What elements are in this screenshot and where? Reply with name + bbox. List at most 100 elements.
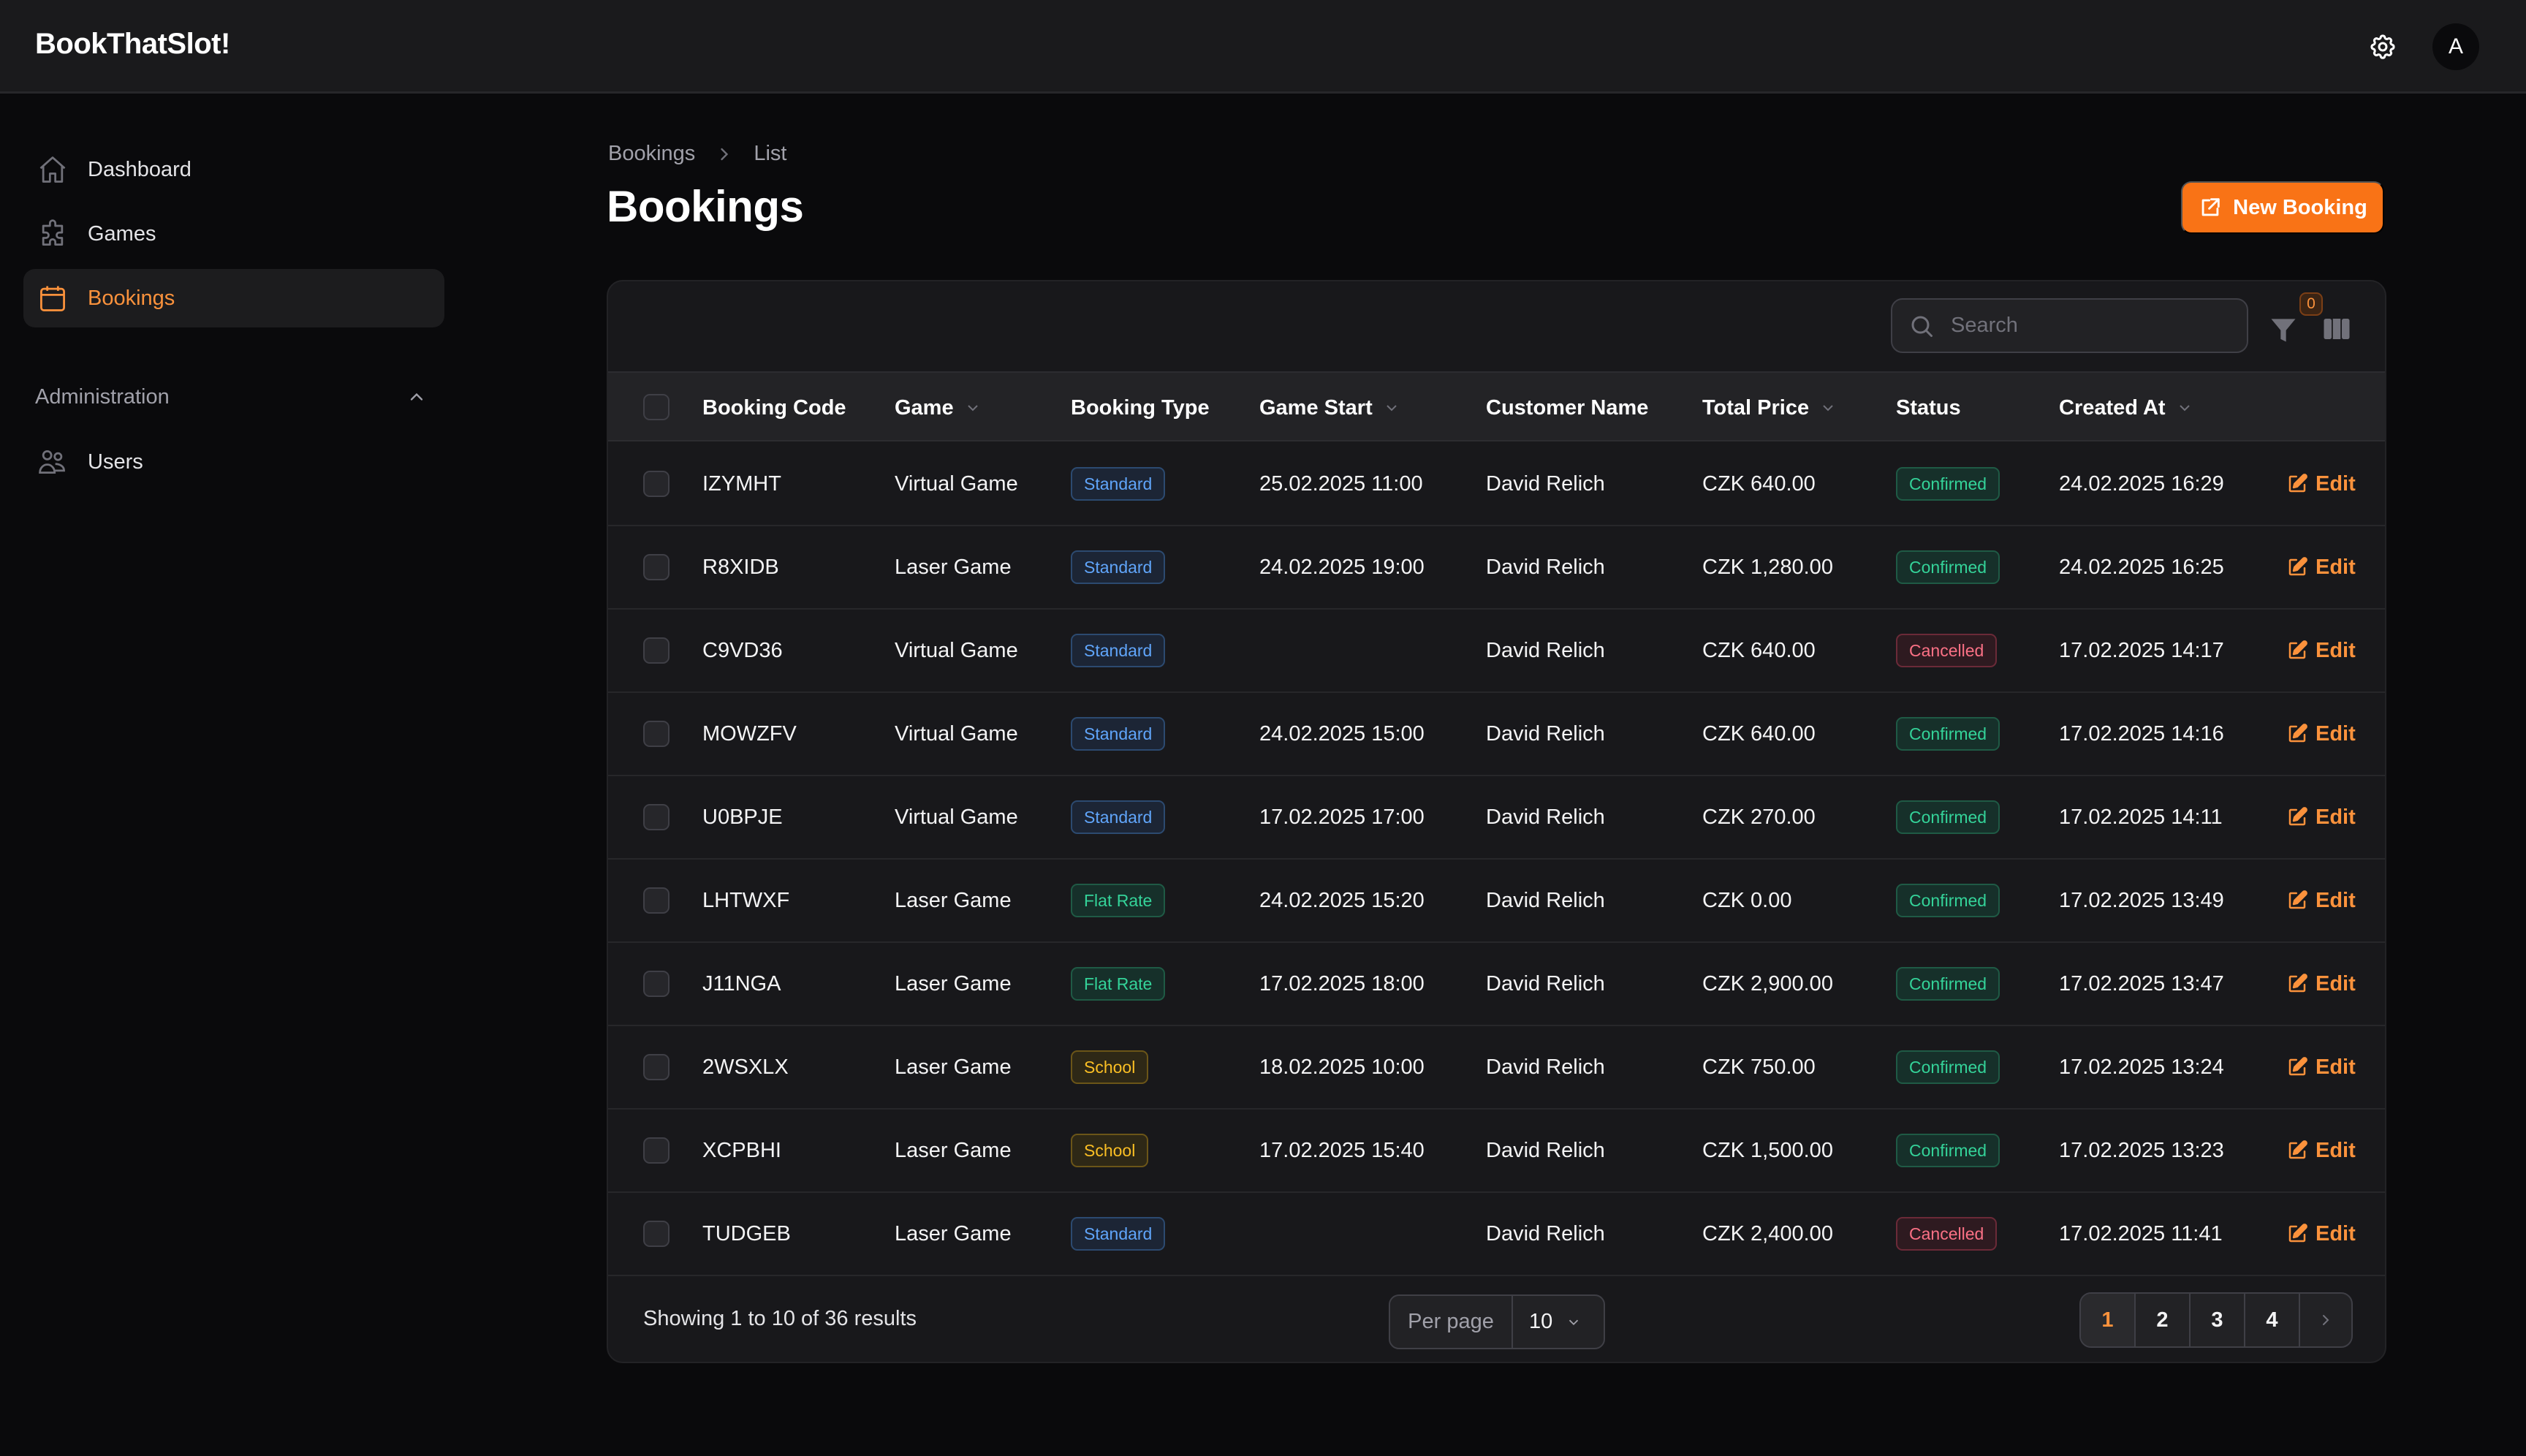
edit-label: Edit <box>2316 1138 2356 1162</box>
edit-button[interactable]: Edit <box>2286 860 2356 941</box>
edit-button[interactable]: Edit <box>2286 1193 2356 1275</box>
edit-label: Edit <box>2316 1221 2356 1245</box>
game-start: 24.02.2025 15:20 <box>1259 888 1425 912</box>
created-at: 24.02.2025 16:29 <box>2059 471 2224 496</box>
status-badge: Cancelled <box>1896 1217 1998 1251</box>
booking-type-cell: Standard <box>1071 776 1166 858</box>
customer-name: David Relich <box>1486 555 1605 579</box>
per-page-select[interactable]: Per page 10 <box>1389 1294 1605 1349</box>
status-badge: Confirmed <box>1896 967 2000 1001</box>
columns-icon[interactable] <box>2321 314 2352 344</box>
table-row[interactable]: XCPBHI Laser Game School 17.02.2025 15:40 Da… <box>608 1110 2385 1193</box>
edit-button[interactable]: Edit <box>2286 1110 2356 1191</box>
puzzle-icon <box>42 219 64 246</box>
page-button[interactable]: 1 <box>2081 1294 2136 1346</box>
row-checkbox[interactable] <box>643 721 670 747</box>
booking-code: MOWZFV <box>702 721 797 746</box>
status-badge: Confirmed <box>1896 467 2000 501</box>
breadcrumb-item-bookings[interactable]: Bookings <box>608 142 695 166</box>
column-header-game[interactable]: Game <box>895 373 982 443</box>
app-logo[interactable]: BookThatSlot! <box>35 28 230 61</box>
booking-type-cell: Flat Rate <box>1071 943 1166 1025</box>
sidebar-item-games[interactable]: Games <box>23 205 444 263</box>
table-row[interactable]: J11NGA Laser Game Flat Rate 17.02.2025 18:0… <box>608 943 2385 1026</box>
edit-button[interactable]: Edit <box>2286 693 2356 775</box>
table-row[interactable]: U0BPJE Virtual Game Standard 17.02.2025 17:… <box>608 776 2385 860</box>
created-at: 17.02.2025 11:41 <box>2059 1221 2223 1245</box>
game-name: Virtual Game <box>895 805 1018 829</box>
sidebar-item-users[interactable]: Users <box>23 433 444 491</box>
row-checkbox[interactable] <box>643 471 670 497</box>
customer-name: David Relich <box>1486 888 1605 912</box>
row-checkbox[interactable] <box>643 637 670 664</box>
external-link-icon <box>2201 198 2220 216</box>
table-row[interactable]: 2WSXLX Laser Game School 18.02.2025 10:00 Da… <box>608 1026 2385 1110</box>
total-price: CZK 1,280.00 <box>1702 555 1833 579</box>
search-field[interactable] <box>1891 298 2248 353</box>
filter-icon[interactable] <box>2267 314 2299 346</box>
edit-button[interactable]: Edit <box>2286 943 2356 1025</box>
sidebar-item-bookings[interactable]: Bookings <box>23 269 444 327</box>
edit-button[interactable]: Edit <box>2286 1026 2356 1108</box>
home-icon <box>39 156 66 183</box>
edit-label: Edit <box>2316 1055 2356 1079</box>
page-button[interactable]: 3 <box>2191 1294 2245 1346</box>
filter-count-badge: 0 <box>2299 292 2323 316</box>
table-row[interactable]: LHTWXF Laser Game Flat Rate 24.02.2025 15:2… <box>608 860 2385 943</box>
next-page-button[interactable] <box>2300 1294 2351 1346</box>
user-avatar[interactable]: A <box>2432 23 2479 70</box>
edit-label: Edit <box>2316 805 2356 829</box>
edit-icon <box>2288 1057 2307 1076</box>
edit-icon <box>2288 724 2307 743</box>
edit-icon <box>2288 557 2307 576</box>
page-button[interactable]: 4 <box>2245 1294 2300 1346</box>
table-row[interactable]: C9VD36 Virtual Game Standard David Relich CZ… <box>608 610 2385 693</box>
edit-label: Edit <box>2316 888 2356 912</box>
edit-button[interactable]: Edit <box>2286 776 2356 858</box>
row-checkbox[interactable] <box>643 1054 670 1080</box>
game-name: Virtual Game <box>895 721 1018 746</box>
edit-icon <box>2288 1140 2307 1159</box>
status-badge: Cancelled <box>1896 634 1998 667</box>
new-booking-button[interactable]: New Booking <box>2181 181 2384 234</box>
column-header-total-price[interactable]: Total Price <box>1702 373 1837 443</box>
search-input[interactable] <box>1951 300 2235 352</box>
table-row[interactable]: R8XIDB Laser Game Standard 24.02.2025 19:00… <box>608 526 2385 610</box>
total-price: CZK 2,400.00 <box>1702 1221 1833 1245</box>
edit-button[interactable]: Edit <box>2286 526 2356 608</box>
column-header-game-start[interactable]: Game Start <box>1259 373 1400 443</box>
status-badge: Confirmed <box>1896 717 2000 751</box>
status-cell: Confirmed <box>1896 526 2000 608</box>
select-all-checkbox[interactable] <box>643 394 670 420</box>
row-checkbox[interactable] <box>643 971 670 997</box>
edit-button[interactable]: Edit <box>2286 443 2356 525</box>
edit-label: Edit <box>2316 638 2356 662</box>
table-header: Booking Code Game Booking Type Game Star… <box>608 371 2385 441</box>
row-checkbox[interactable] <box>643 1221 670 1247</box>
edit-label: Edit <box>2316 971 2356 996</box>
per-page-value[interactable]: 10 <box>1513 1296 1604 1348</box>
row-checkbox[interactable] <box>643 887 670 914</box>
game-start: 17.02.2025 15:40 <box>1259 1138 1425 1162</box>
row-checkbox[interactable] <box>643 554 670 580</box>
booking-type-cell: School <box>1071 1026 1149 1108</box>
created-at: 17.02.2025 14:16 <box>2059 721 2224 746</box>
booking-type-badge: Standard <box>1071 467 1166 501</box>
row-checkbox[interactable] <box>643 804 670 830</box>
status-badge: Confirmed <box>1896 884 2000 917</box>
sidebar-item-dashboard[interactable]: Dashboard <box>23 140 444 199</box>
table-row[interactable]: IZYMHT Virtual Game Standard 25.02.2025 11:… <box>608 443 2385 526</box>
row-checkbox[interactable] <box>643 1137 670 1164</box>
edit-button[interactable]: Edit <box>2286 610 2356 691</box>
page-button[interactable]: 2 <box>2136 1294 2191 1346</box>
table-row[interactable]: MOWZFV Virtual Game Standard 24.02.2025 15:… <box>608 693 2385 776</box>
created-at: 17.02.2025 14:11 <box>2059 805 2223 829</box>
table-row[interactable]: TUDGEB Laser Game Standard David Relich CZK … <box>608 1193 2385 1276</box>
chevron-up-icon[interactable] <box>406 387 427 407</box>
top-bar: BookThatSlot! A <box>0 0 2526 94</box>
booking-code: J11NGA <box>702 971 781 996</box>
column-header-created-at[interactable]: Created At <box>2059 373 2193 443</box>
booking-type-badge: Standard <box>1071 634 1166 667</box>
sidebar-group-administration[interactable]: Administration <box>35 385 170 409</box>
gear-icon[interactable] <box>2368 32 2397 61</box>
